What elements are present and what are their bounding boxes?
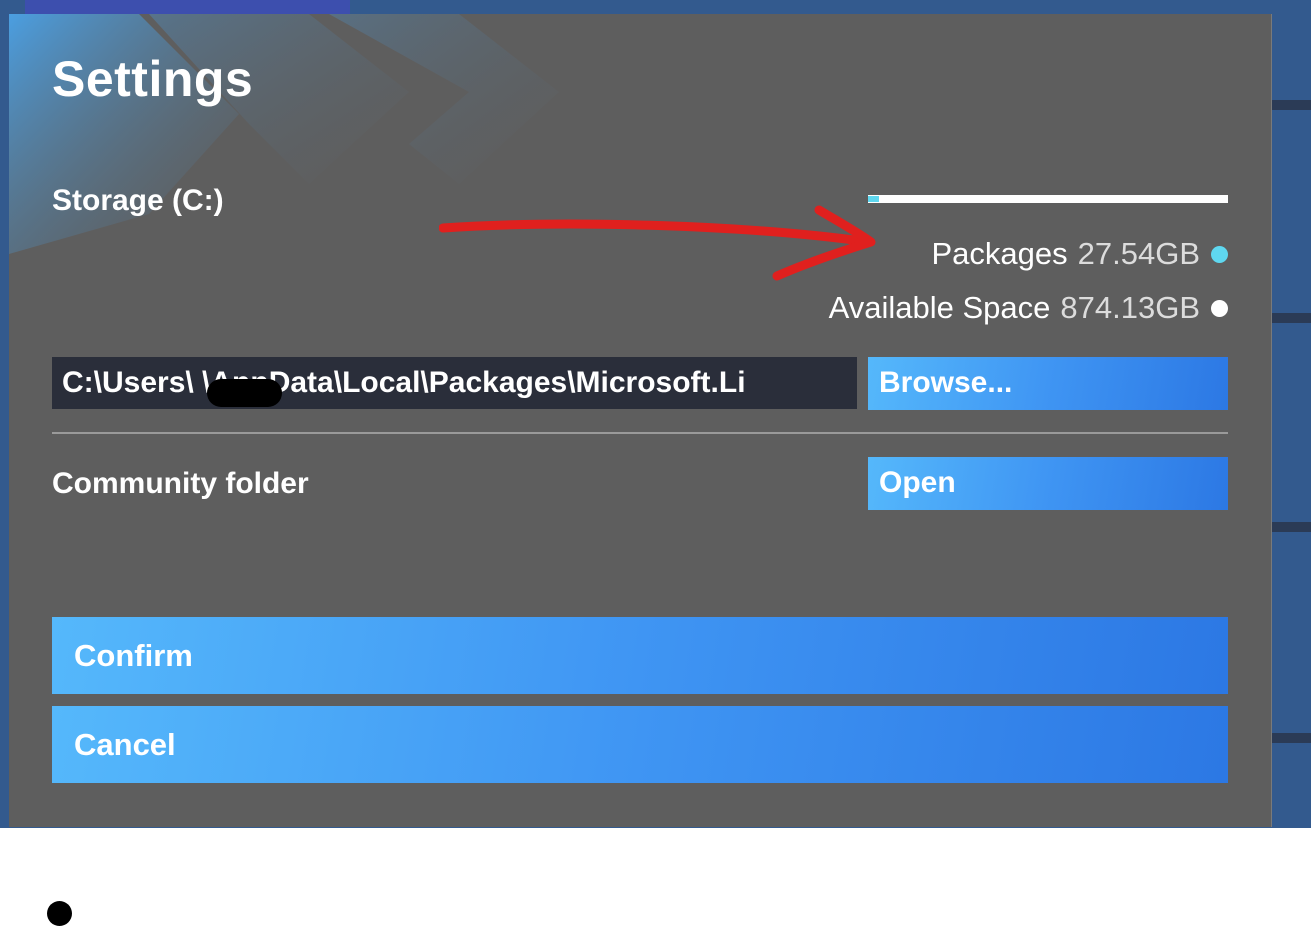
stray-dot <box>47 901 72 926</box>
available-label: Available Space <box>828 290 1051 325</box>
storage-usage-bar <box>868 195 1228 203</box>
packages-value: 27.54GB <box>1077 236 1200 271</box>
background-bar <box>1271 100 1311 110</box>
divider <box>52 432 1228 434</box>
install-path-field[interactable]: C:\Users\ \AppData\Local\Packages\Micros… <box>52 357 857 409</box>
available-legend: Available Space 874.13GB <box>829 290 1228 326</box>
cancel-button[interactable]: Cancel <box>52 706 1228 783</box>
community-folder-label: Community folder <box>52 467 309 500</box>
confirm-button[interactable]: Confirm <box>52 617 1228 694</box>
packages-label: Packages <box>931 236 1068 271</box>
redaction-mark <box>207 379 282 407</box>
available-value: 874.13GB <box>1060 290 1200 325</box>
open-community-folder-button[interactable]: Open <box>868 457 1228 510</box>
packages-dot-icon <box>1211 245 1228 263</box>
dialog-title: Settings <box>52 51 254 107</box>
available-dot-icon <box>1211 299 1228 317</box>
storage-label: Storage (C:) <box>52 184 224 217</box>
red-arrow-annotation <box>439 205 876 281</box>
browse-button[interactable]: Browse... <box>868 357 1228 410</box>
settings-dialog: Settings Storage (C:) Packages 27.54GB A… <box>9 14 1272 827</box>
background-strip <box>25 0 350 14</box>
packages-legend: Packages 27.54GB <box>931 236 1228 272</box>
background-bar <box>1271 733 1311 743</box>
background-bar <box>1271 313 1311 323</box>
storage-usage-fill <box>868 196 879 202</box>
background-bar <box>1271 522 1311 532</box>
